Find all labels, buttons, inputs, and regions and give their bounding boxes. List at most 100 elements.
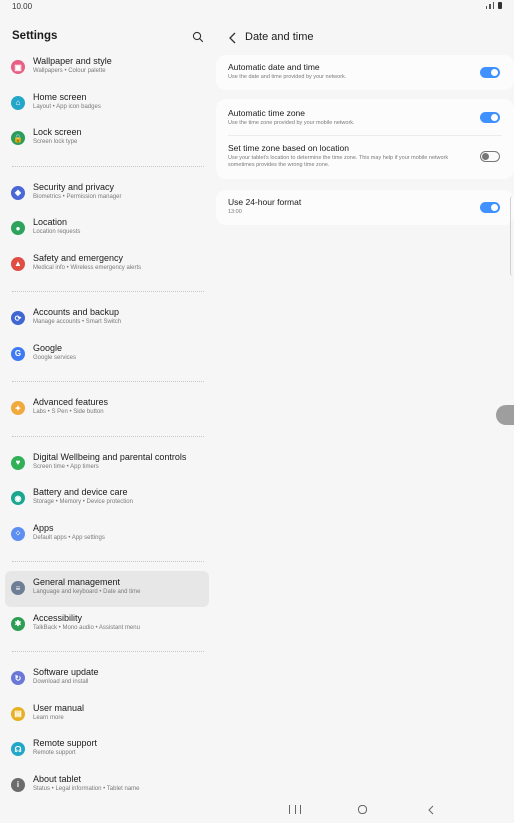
sidebar-item-label: User manual xyxy=(33,702,85,713)
auto-zone-toggle[interactable] xyxy=(480,112,500,123)
back-arrow-icon[interactable] xyxy=(228,32,238,44)
apps-grid-icon: ⁘ xyxy=(11,526,25,541)
toggle-knob xyxy=(491,204,498,211)
navigation-bar xyxy=(0,796,514,823)
sidebar-item-label: Digital Wellbeing and parental controls xyxy=(33,451,187,462)
date-time-pane: Date and time Automatic date and time Us… xyxy=(216,16,514,796)
lock-icon: 🔒 xyxy=(11,131,25,145)
sidebar-item-lock-screen[interactable]: 🔒 Lock screen Screen lock type xyxy=(5,121,209,157)
sidebar-item-label: Accessibility xyxy=(33,612,83,623)
section-divider xyxy=(0,552,214,571)
search-icon[interactable] xyxy=(192,31,204,43)
sidebar-item-label: Lock screen xyxy=(33,127,82,137)
sidebar-item-text: Security and privacy Biometrics • Permiss… xyxy=(33,182,213,202)
sidebar-item-battery[interactable]: ◉ Battery and device care Storage • Memory… xyxy=(5,481,209,517)
star-gear-icon: ✦ xyxy=(11,401,25,415)
sidebar-item-security[interactable]: ◆ Security and privacy Biometrics • Permis… xyxy=(5,176,209,212)
sidebar-item-subtitle: Screen time • App timers xyxy=(33,463,99,470)
divider xyxy=(228,135,502,136)
sidebar-item-label: Safety and emergency xyxy=(33,252,124,263)
sidebar-item-wallpaper[interactable]: ▣ Wallpaper and style Wallpapers • Colour … xyxy=(5,50,209,86)
sidebar-item-label: General management xyxy=(33,577,121,587)
sidebar-item-label: Battery and device care xyxy=(33,487,128,497)
info-icon: i xyxy=(11,777,25,792)
time-zone-card: Automatic time zone Use the time zone pr… xyxy=(216,99,514,179)
sidebar-item-subtitle: Biometrics • Permission manager xyxy=(33,193,122,200)
sidebar-item-google[interactable]: G Google Google services xyxy=(5,337,209,373)
sidebar-item-label: Wallpaper and style xyxy=(33,56,112,66)
sidebar-item-location[interactable]: ● Location Location requests xyxy=(5,211,209,247)
edge-panel-handle[interactable] xyxy=(510,196,514,276)
floating-button[interactable] xyxy=(496,405,514,425)
sidebar-item-subtitle: Storage • Memory • Device protection xyxy=(33,499,133,505)
sidebar-item-accessibility[interactable]: ✱ Accessibility TalkBack • Mono audio • As… xyxy=(5,607,209,643)
sliders-icon: ≡ xyxy=(11,581,25,595)
status-time: 10.00 xyxy=(12,2,33,11)
sidebar-item-label: Software update xyxy=(33,667,99,677)
toggle-knob xyxy=(482,153,489,160)
sidebar-item-text: Location Location requests xyxy=(33,217,213,237)
sidebar-item-label: Remote support xyxy=(33,738,98,748)
sidebar-item-subtitle: Download and install xyxy=(33,679,89,685)
sidebar-item-label: About tablet xyxy=(33,773,82,784)
sidebar-item-safety[interactable]: ▲ Safety and emergency Medical info • Wire… xyxy=(5,247,209,283)
heart-icon: ♥ xyxy=(11,455,25,470)
sidebar-item-user-manual[interactable]: ▤ User manual Learn more xyxy=(5,697,209,733)
sidebar-item-label: Advanced features xyxy=(33,397,109,407)
sidebar-item-text: Remote support Remote support xyxy=(33,738,213,758)
sidebar-item-remote-support[interactable]: ☊ Remote support Remote support xyxy=(5,732,209,768)
sidebar-item-subtitle: Language and keyboard • Date and time xyxy=(33,589,141,595)
home-button-icon[interactable] xyxy=(358,805,367,814)
recent-apps-icon[interactable] xyxy=(289,805,301,815)
manual-icon: ▤ xyxy=(11,706,25,721)
nav-back-icon[interactable] xyxy=(427,805,435,815)
sidebar-item-text: General management Language and keyboard … xyxy=(33,577,213,597)
auto-zone-row[interactable]: Automatic time zone Use the time zone pr… xyxy=(228,108,500,127)
format24-toggle[interactable] xyxy=(480,202,500,213)
device-care-icon: ◉ xyxy=(11,491,25,505)
sidebar-item-text: User manual Learn more xyxy=(33,703,213,723)
toggle-knob xyxy=(491,69,498,76)
settings-title: Settings xyxy=(12,30,58,42)
sidebar-item-advanced[interactable]: ✦ Advanced features Labs • S Pen • Side bu… xyxy=(5,391,209,427)
auto-date-row[interactable]: Automatic date and time Use the date and… xyxy=(228,62,500,81)
sidebar-item-wellbeing[interactable]: ♥ Digital Wellbeing and parental controls… xyxy=(5,446,209,482)
location-zone-toggle[interactable] xyxy=(480,151,500,162)
sidebar-item-text: Battery and device care Storage • Memory … xyxy=(33,487,213,507)
status-bar: 10.00 xyxy=(0,0,514,16)
section-divider xyxy=(0,157,214,176)
sidebar-item-subtitle: Screen lock type xyxy=(33,139,78,145)
sidebar-item-subtitle: Location requests xyxy=(33,229,81,235)
sidebar-item-label: Location xyxy=(33,217,68,227)
sidebar-item-text: Lock screen Screen lock type xyxy=(33,127,213,147)
format24-row[interactable]: Use 24-hour format 13:00 xyxy=(228,197,500,216)
location-zone-title: Set time zone based on location xyxy=(228,143,349,153)
location-pin-icon: ● xyxy=(11,221,25,235)
location-zone-subtitle: Use your tablet's location to determine … xyxy=(228,155,449,168)
sidebar-item-label: Security and privacy xyxy=(33,181,115,192)
auto-date-subtitle: Use the date and time provided by your n… xyxy=(228,74,347,80)
wallpaper-icon: ▣ xyxy=(11,60,25,74)
sidebar-item-subtitle: Status • Legal information • Tablet name xyxy=(33,785,140,792)
sidebar-item-general[interactable]: ≡ General management Language and keyboard… xyxy=(5,571,209,607)
sidebar-item-software-update[interactable]: ↻ Software update Download and install xyxy=(5,661,209,697)
shield-icon: ◆ xyxy=(11,185,25,200)
format-card: Use 24-hour format 13:00 xyxy=(216,190,514,225)
google-icon: G xyxy=(11,346,25,361)
sidebar-item-subtitle: Remote support xyxy=(33,750,76,756)
sidebar-item-text: Software update Download and install xyxy=(33,667,213,687)
section-divider xyxy=(0,372,214,391)
toggle-knob xyxy=(491,114,498,121)
sidebar-item-apps[interactable]: ⁘ Apps Default apps • App settings xyxy=(5,517,209,553)
sidebar-item-subtitle: Google services xyxy=(33,354,77,361)
auto-date-toggle[interactable] xyxy=(480,67,500,78)
section-divider xyxy=(0,642,214,661)
section-divider xyxy=(0,427,214,446)
sidebar-item-accounts[interactable]: ⟳ Accounts and backup Manage accounts • Sm… xyxy=(5,301,209,337)
location-zone-row[interactable]: Set time zone based on location Use your… xyxy=(228,143,454,169)
sidebar-item-home-screen[interactable]: ⌂ Home screen Layout • App icon badges xyxy=(5,86,209,122)
bar xyxy=(294,805,296,814)
sidebar-item-label: Home screen xyxy=(33,91,87,102)
format24-subtitle: 13:00 xyxy=(228,209,242,215)
sidebar-item-label: Apps xyxy=(33,522,54,533)
